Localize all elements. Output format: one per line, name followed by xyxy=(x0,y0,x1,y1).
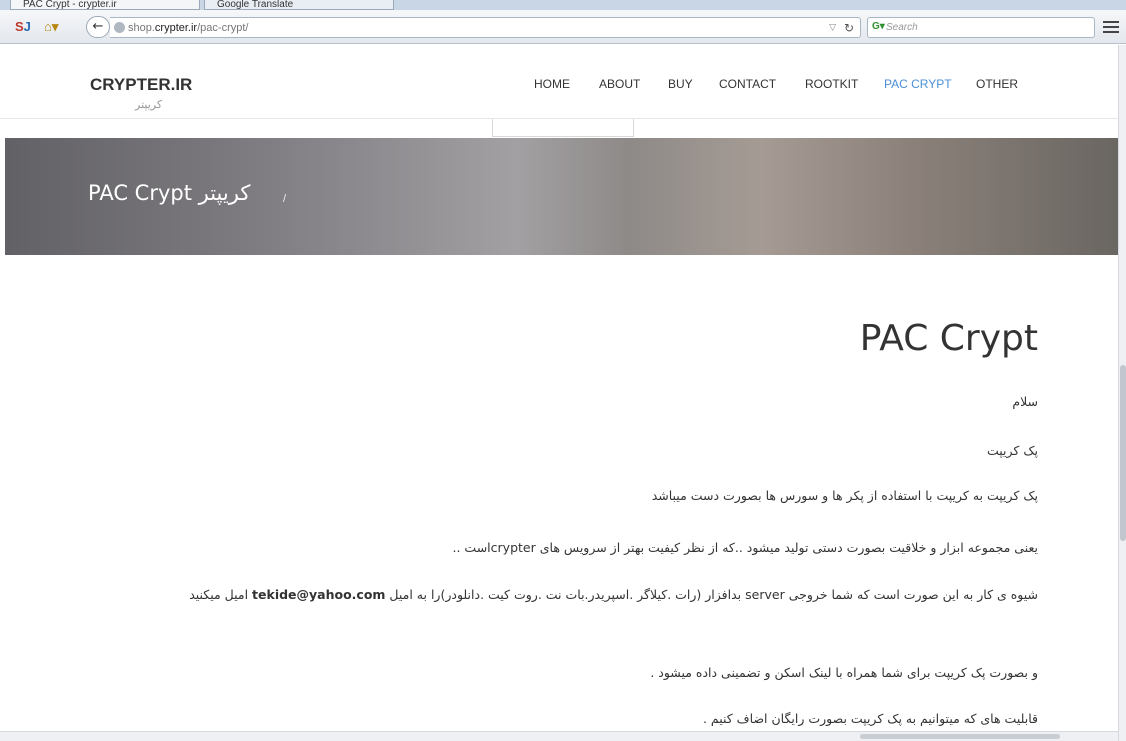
url-text[interactable]: shop.crypter.ir/pac-crypt/ xyxy=(128,18,248,38)
search-input[interactable]: G▾ Search xyxy=(867,17,1095,38)
nav-contact[interactable]: CONTACT xyxy=(719,77,776,91)
site-brand-subtitle: کریپتر xyxy=(135,98,163,111)
breadcrumb-separator: / xyxy=(283,193,287,205)
url-bar[interactable]: shop.crypter.ir/pac-crypt/ ▽ ↻ xyxy=(110,17,861,38)
nav-about[interactable]: ABOUT xyxy=(599,77,640,91)
nav-pac-crypt[interactable]: PAC CRYPT xyxy=(884,77,952,91)
vertical-scrollbar[interactable] xyxy=(1118,45,1126,741)
tab-active[interactable]: PAC Crypt - crypter.ir xyxy=(10,0,200,10)
paragraph-7: قابلیت های که میتوانیم به پک کریپت بصورت… xyxy=(702,711,1038,726)
dropdown-icon[interactable]: ▽ xyxy=(829,18,836,38)
site-header: CRYPTER.IR کریپتر HOME ABOUT BUY CONTACT… xyxy=(0,45,1118,119)
hero-title: کریپتر PAC Crypt xyxy=(88,181,251,205)
sitesearch-icon[interactable]: SJ xyxy=(15,18,31,36)
browser-toolbar: SJ ⌂▾ ← shop.crypter.ir/pac-crypt/ ▽ ↻ G… xyxy=(0,10,1126,44)
paragraph-1: سلام xyxy=(1012,394,1038,409)
search-engine-icon[interactable]: G▾ xyxy=(872,21,885,32)
paragraph-6: و بصورت پک کریپت برای شما همراه با لینک … xyxy=(650,665,1038,680)
tab-strip: PAC Crypt - crypter.ir Google Translate xyxy=(0,0,1126,10)
nav-other[interactable]: OTHER xyxy=(976,77,1018,91)
site-brand[interactable]: CRYPTER.IR xyxy=(90,75,192,95)
globe-icon xyxy=(114,22,125,33)
paragraph-2: پک کریپت xyxy=(986,443,1038,458)
paragraph-5: شیوه ی کار به این صورت است که شما خروجی … xyxy=(189,587,1038,602)
home-icon[interactable]: ⌂▾ xyxy=(44,18,58,36)
nav-home[interactable]: HOME xyxy=(534,77,570,91)
search-placeholder: Search xyxy=(886,22,918,33)
vertical-scroll-thumb[interactable] xyxy=(1120,365,1126,541)
nav-buy[interactable]: BUY xyxy=(668,77,693,91)
reload-icon[interactable]: ↻ xyxy=(844,18,854,38)
back-arrow-icon: ← xyxy=(92,19,104,34)
back-button[interactable]: ← xyxy=(86,16,110,38)
paragraph-4: یعنی مجموعه ابزار و خلاقیت بصورت دستی تو… xyxy=(452,540,1038,555)
horizontal-scroll-thumb[interactable] xyxy=(860,734,1060,739)
horizontal-scrollbar[interactable] xyxy=(0,731,1118,741)
nav-rootkit[interactable]: ROOTKIT xyxy=(805,77,858,91)
page-title: PAC Crypt xyxy=(859,318,1038,359)
menu-icon[interactable] xyxy=(1103,19,1119,35)
contact-email: tekide@yahoo.com xyxy=(252,587,386,602)
header-tab-decoration xyxy=(492,119,634,137)
paragraph-3: پک کریپت به کریپت با استفاده از پکر ها و… xyxy=(651,488,1038,503)
tab-google-translate[interactable]: Google Translate xyxy=(204,0,394,10)
